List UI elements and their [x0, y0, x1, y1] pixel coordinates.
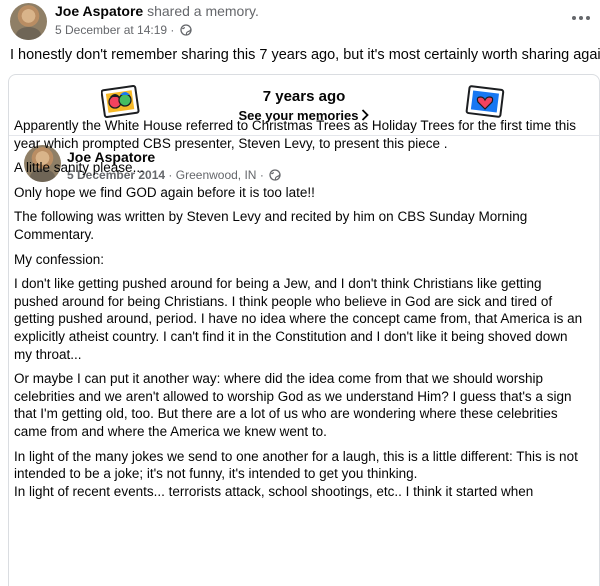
author-name[interactable]: Joe Aspatore — [55, 3, 143, 19]
shared-post-body: Apparently the White House referred to C… — [14, 117, 584, 507]
avatar[interactable] — [10, 3, 47, 40]
globe-icon[interactable] — [180, 24, 192, 39]
post-paragraph: The following was written by Steven Levy… — [14, 209, 528, 242]
post-paragraph: A little sanity please... — [14, 160, 144, 176]
post-date[interactable]: 5 December at 14:19 — [55, 23, 167, 37]
post-action: shared a memory. — [147, 3, 259, 19]
post-paragraph: Or maybe I can put it another way: where… — [14, 371, 572, 439]
post-paragraph: My confession: — [14, 251, 105, 267]
post-paragraph: In light of the many jokes we send to on… — [14, 448, 578, 482]
post-header: Joe Aspatore shared a memory. 5 December… — [0, 0, 600, 40]
post-paragraph: In light of recent events... terrorists … — [14, 483, 534, 499]
facebook-memory-post: Joe Aspatore shared a memory. 5 December… — [0, 0, 600, 586]
ellipsis-icon[interactable] — [570, 8, 592, 28]
meta-separator: · — [170, 23, 175, 37]
post-caption: I honestly don't remember sharing this 7… — [10, 47, 600, 63]
post-paragraph: Apparently the White House referred to C… — [14, 118, 576, 151]
heart-illustration-icon — [465, 85, 505, 119]
post-meta: 5 December at 14:19 · — [55, 23, 192, 39]
post-paragraph: Only hope we find GOD again before it is… — [14, 184, 315, 200]
memory-years-ago: 7 years ago — [262, 88, 346, 105]
author-line: Joe Aspatore shared a memory. — [55, 3, 259, 19]
post-paragraph: I don't like getting pushed around for b… — [14, 276, 583, 362]
